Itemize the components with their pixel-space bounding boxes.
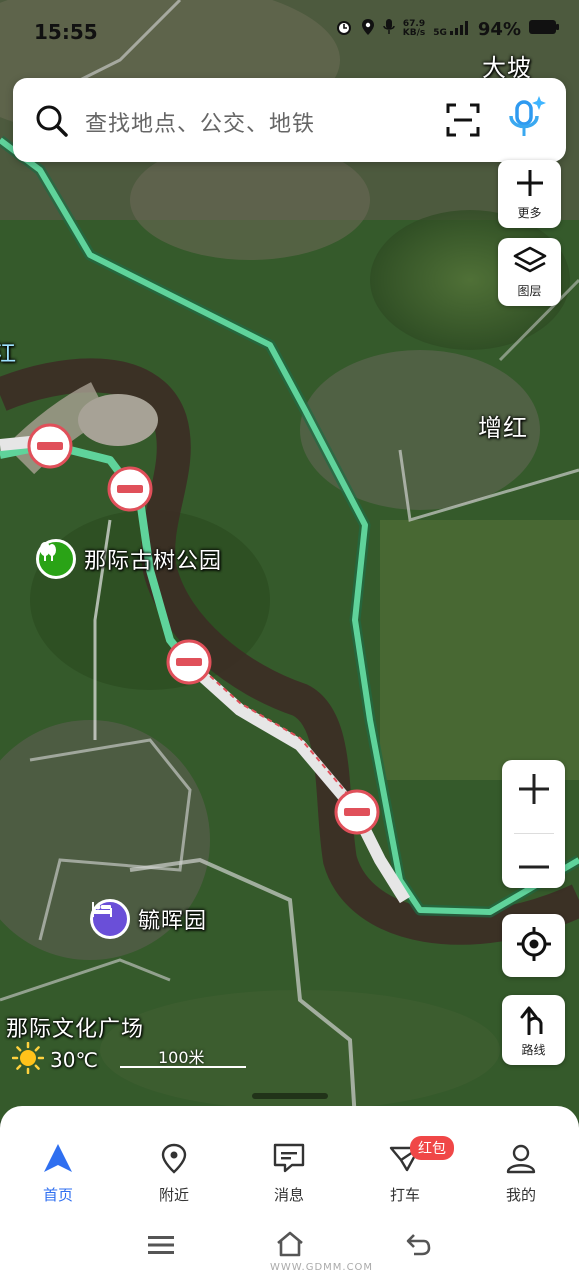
navigation-arrow-icon (42, 1142, 74, 1178)
scale-line (120, 1066, 246, 1068)
locate-button[interactable] (502, 914, 565, 977)
map-label-river: 江 (0, 342, 18, 367)
network-speed: 67.9 KB/s (402, 19, 426, 38)
search-bar[interactable]: 查找地点、公交、地铁 (13, 78, 566, 162)
battery-icon (529, 19, 559, 39)
poi-hotel-label: 毓晖园 (138, 909, 208, 934)
crosshair-icon (516, 926, 552, 966)
location-icon (361, 18, 375, 40)
poi-park[interactable]: 那际古树公园 (36, 539, 222, 579)
microphone-icon (383, 18, 395, 40)
map-view[interactable]: 大坡 增红 江 那际文化广场 那际古树公园 毓晖园 (0, 0, 579, 1120)
sun-icon (11, 1041, 45, 1078)
more-label: 更多 (517, 205, 542, 220)
tab-profile[interactable]: 我的 (476, 1142, 566, 1205)
zoom-divider (513, 832, 554, 834)
message-icon (272, 1142, 306, 1178)
temperature: 30℃ (50, 1048, 98, 1072)
status-bar: 15:55 67.9 KB/s 5G 94% (0, 0, 579, 62)
more-button[interactable]: 更多 (498, 160, 561, 228)
map-label-culture-square: 那际文化广场 (6, 1017, 145, 1042)
plus-icon (515, 168, 545, 202)
bed-icon (90, 899, 130, 939)
back-icon[interactable] (404, 1232, 432, 1262)
search-placeholder: 查找地点、公交、地铁 (85, 112, 316, 137)
zoom-in-button[interactable] (517, 772, 551, 810)
sheet-drag-handle[interactable] (252, 1093, 328, 1099)
search-icon (35, 104, 69, 142)
map-label-zenghong: 增红 (478, 414, 528, 442)
red-packet-badge[interactable]: 红包 (410, 1136, 454, 1160)
scale-label: 100米 (158, 1048, 205, 1067)
route-arrow-icon (519, 1003, 549, 1039)
scan-icon[interactable] (445, 102, 481, 142)
user-icon (505, 1142, 537, 1178)
alarm-icon (335, 18, 353, 40)
tab-messages-label: 消息 (273, 1186, 304, 1204)
poi-hotel[interactable]: 毓晖园 (90, 899, 207, 939)
layers-icon (513, 246, 547, 280)
route-button[interactable]: 路线 (502, 995, 565, 1065)
tree-icon (36, 539, 76, 579)
battery-percent: 94% (477, 18, 521, 40)
zoom-out-button[interactable] (517, 857, 551, 876)
scale-bar: 100米 (120, 1044, 246, 1068)
layers-label: 图层 (517, 283, 542, 298)
signal-icon (449, 20, 470, 38)
home-icon[interactable] (275, 1230, 305, 1262)
tab-taxi-label: 打车 (389, 1186, 420, 1204)
route-label: 路线 (521, 1042, 546, 1057)
tab-home[interactable]: 首页 (13, 1142, 103, 1205)
watermark: WWW.GDMM.COM (270, 1262, 374, 1273)
tab-messages[interactable]: 消息 (244, 1142, 334, 1205)
poi-park-label: 那际古树公园 (84, 549, 223, 574)
tab-profile-label: 我的 (505, 1186, 536, 1204)
location-pin-icon (158, 1142, 190, 1178)
status-time: 15:55 (34, 20, 98, 44)
zoom-control (502, 760, 565, 888)
voice-assistant-icon[interactable] (507, 94, 547, 146)
tab-home-label: 首页 (42, 1186, 73, 1204)
signal-indicator: 5G (433, 20, 470, 38)
tab-nearby-label: 附近 (158, 1186, 189, 1204)
weather-widget[interactable]: 30℃ (11, 1041, 98, 1078)
layers-button[interactable]: 图层 (498, 238, 561, 306)
tab-nearby[interactable]: 附近 (129, 1142, 219, 1205)
menu-icon[interactable] (148, 1234, 174, 1260)
